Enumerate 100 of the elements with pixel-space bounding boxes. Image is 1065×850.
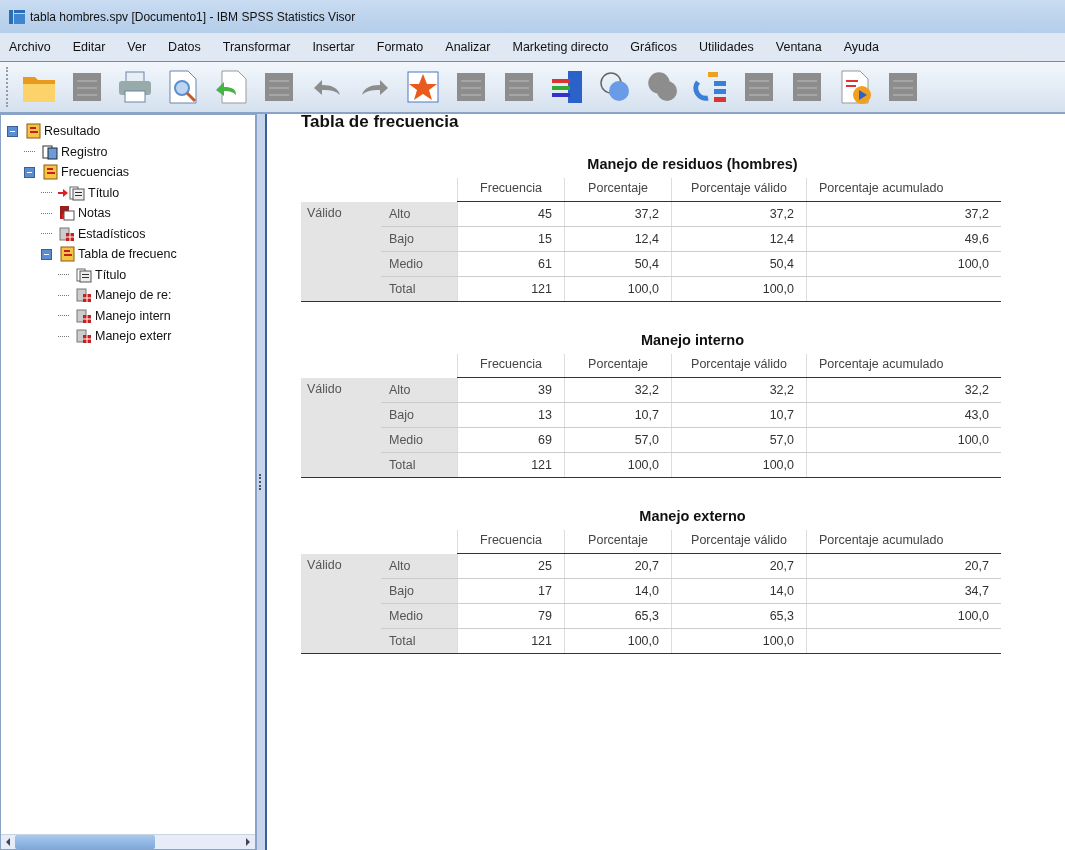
column-header: Frecuencia xyxy=(457,178,565,202)
table-cell: 13 xyxy=(457,402,565,428)
row-label: Total xyxy=(381,628,458,654)
table-cell: 100,0 xyxy=(806,251,1001,277)
book-icon xyxy=(25,123,41,140)
menu-item[interactable]: Datos xyxy=(168,40,201,54)
row-group-label: Válido xyxy=(301,377,381,478)
row-label: Medio xyxy=(381,251,458,277)
outline-item[interactable]: Notas xyxy=(78,206,111,221)
table-cell: 100,0 xyxy=(806,427,1001,453)
notes-icon xyxy=(59,205,75,222)
table-cell: 69 xyxy=(457,427,565,453)
menu-item[interactable]: Marketing directo xyxy=(512,40,609,54)
menu-item[interactable]: Ayuda xyxy=(843,40,879,54)
star-table-icon[interactable] xyxy=(404,68,442,106)
table-cell: 57,0 xyxy=(671,427,807,453)
column-header: Porcentaje xyxy=(564,530,672,554)
row-label: Bajo xyxy=(381,402,458,428)
outline-item[interactable]: Resultado xyxy=(44,124,101,139)
table-cell: 100,0 xyxy=(564,628,672,654)
outline-item[interactable]: Estadísticos xyxy=(78,226,146,241)
app-icon xyxy=(8,7,26,26)
table-cell: 14,0 xyxy=(564,578,672,604)
outline-item[interactable]: Manejo de re: xyxy=(95,288,172,303)
outline-item[interactable]: Manejo intern xyxy=(95,308,171,323)
title-icon xyxy=(69,184,85,201)
outline-item[interactable]: Título xyxy=(88,185,120,200)
table-icon xyxy=(59,225,75,242)
table-cell: 15 xyxy=(457,226,565,252)
row-label: Alto xyxy=(381,201,458,227)
column-header: Frecuencia xyxy=(457,530,565,554)
menu-item[interactable]: Editar xyxy=(72,40,106,54)
outline-item[interactable]: Frecuencias xyxy=(61,165,130,180)
menu-item[interactable]: Transformar xyxy=(222,40,291,54)
outline-item[interactable]: Tabla de frecuenc xyxy=(78,247,177,262)
column-header: Porcentaje acumulado xyxy=(806,354,1001,378)
row-label: Alto xyxy=(381,377,458,403)
column-header: Porcentaje válido xyxy=(671,354,807,378)
row-label: Alto xyxy=(381,553,458,579)
column-header: Porcentaje acumulado xyxy=(806,178,1001,202)
menu-item[interactable]: Formato xyxy=(376,40,424,54)
row-label: Bajo xyxy=(381,578,458,604)
row-group-label: Válido xyxy=(301,201,381,302)
table-cell: 65,3 xyxy=(671,603,807,629)
outline-item[interactable]: Título xyxy=(95,267,127,282)
collapse-icon[interactable] xyxy=(41,248,52,260)
table-cell: 20,7 xyxy=(806,553,1001,579)
table-cell: 10,7 xyxy=(671,402,807,428)
column-header: Porcentaje xyxy=(564,354,672,378)
column-header: Porcentaje válido xyxy=(671,178,807,202)
table-cell: 121 xyxy=(457,628,565,654)
menu-item[interactable]: Utilidades xyxy=(698,40,754,54)
menu-item[interactable]: Gráficos xyxy=(630,40,677,54)
menu-item[interactable]: Ventana xyxy=(775,40,822,54)
table-cell: 79 xyxy=(457,603,565,629)
table-cell: 12,4 xyxy=(671,226,807,252)
outline-item[interactable]: Registro xyxy=(61,144,108,159)
log-icon xyxy=(42,143,58,160)
table-cell: 100,0 xyxy=(806,603,1001,629)
table-cell: 20,7 xyxy=(671,553,807,579)
title-icon xyxy=(76,266,92,283)
window-title: tabla hombres.spv [Documento1] - IBM SPSS Statistics Visor xyxy=(30,9,356,24)
menu-item[interactable]: Analizar xyxy=(445,40,491,54)
table-title: Manejo interno xyxy=(639,332,746,348)
row-label: Bajo xyxy=(381,226,458,252)
table-cell: 32,2 xyxy=(564,377,672,403)
menu-item[interactable]: Archivo xyxy=(9,40,51,54)
menu-item[interactable]: Insertar xyxy=(312,40,355,54)
table-cell: 49,6 xyxy=(806,226,1001,252)
table-cell: 10,7 xyxy=(564,402,672,428)
table-cell: 121 xyxy=(457,276,565,302)
table-cell: 12,4 xyxy=(564,226,672,252)
row-label: Medio xyxy=(381,603,458,629)
outline-item[interactable]: Manejo exterr xyxy=(95,329,172,344)
table-cell: 37,2 xyxy=(671,201,807,227)
table-cell: 100,0 xyxy=(671,276,807,302)
table-cell: 20,7 xyxy=(564,553,672,579)
table-icon xyxy=(76,287,92,304)
section-heading: Tabla de frecuencia xyxy=(301,114,460,132)
collapse-icon[interactable] xyxy=(7,125,18,137)
table-title: Manejo externo xyxy=(638,508,747,524)
row-label: Total xyxy=(381,452,458,478)
collapse-icon[interactable] xyxy=(24,166,35,178)
column-header: Porcentaje xyxy=(564,178,672,202)
table-cell: 65,3 xyxy=(564,603,672,629)
column-header: Frecuencia xyxy=(457,354,565,378)
scrollbar-thumb[interactable] xyxy=(15,835,155,849)
row-label: Total xyxy=(381,276,458,302)
column-header: Porcentaje acumulado xyxy=(806,530,1001,554)
table-cell: 50,4 xyxy=(564,251,672,277)
table-icon xyxy=(76,307,92,324)
table-cell: 100,0 xyxy=(564,276,672,302)
printer-icon[interactable] xyxy=(116,68,154,106)
splitter[interactable] xyxy=(256,114,267,850)
table-cell: 121 xyxy=(457,452,565,478)
table-cell: 37,2 xyxy=(564,201,672,227)
menu-item[interactable]: Ver xyxy=(127,40,147,54)
table-cell: 14,0 xyxy=(671,578,807,604)
table-cell: 45 xyxy=(457,201,565,227)
book-icon xyxy=(59,246,75,263)
